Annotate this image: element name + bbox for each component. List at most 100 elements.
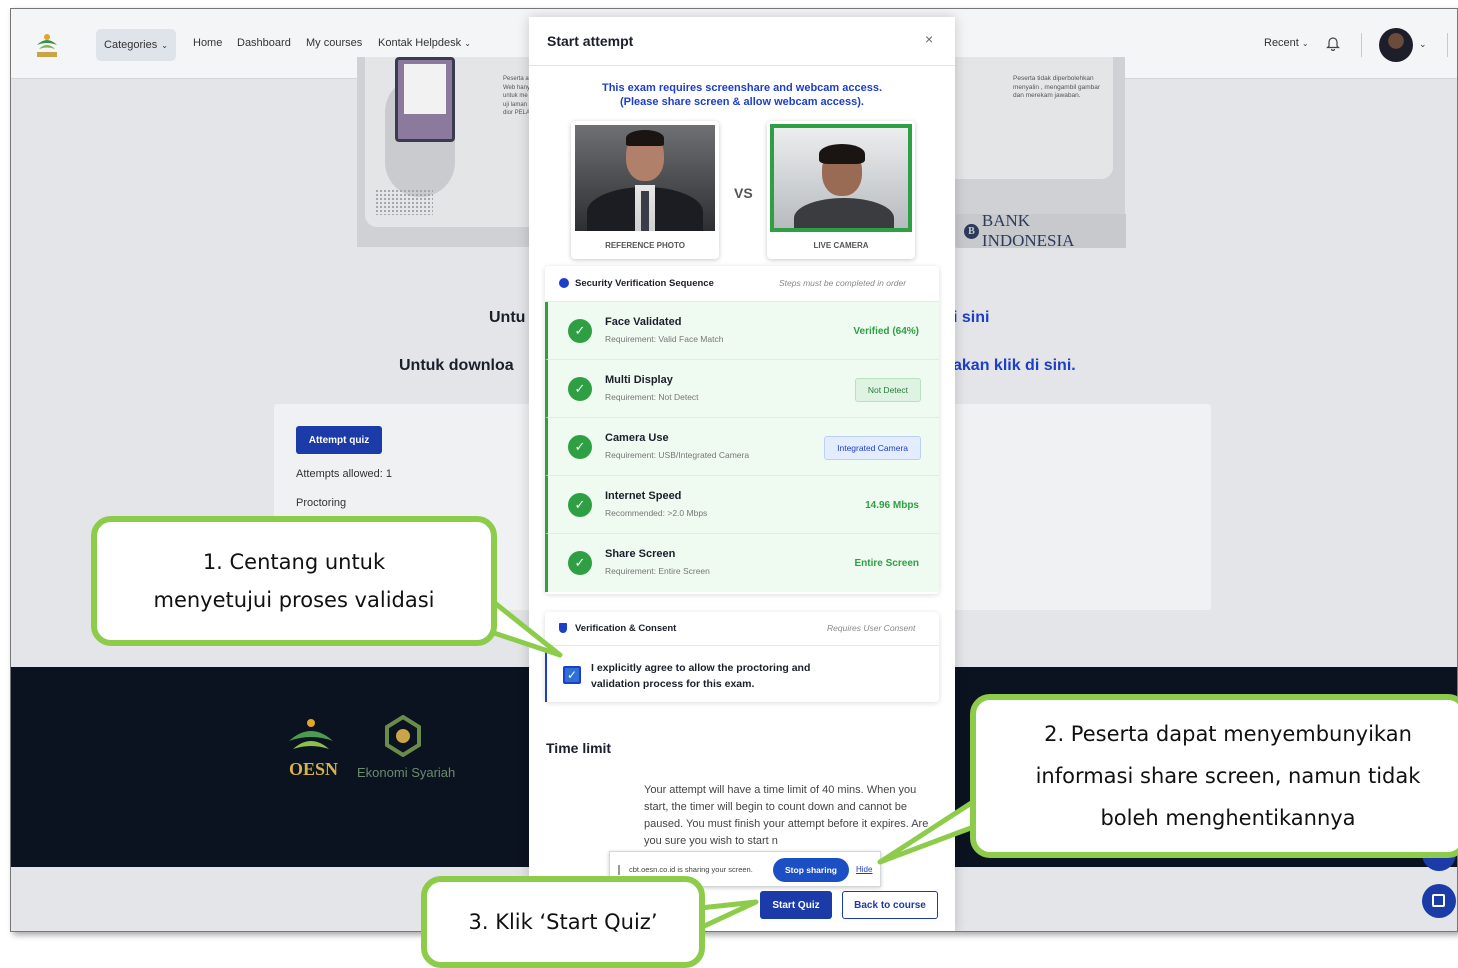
attempts-allowed-text: Attempts allowed: 1 (296, 468, 392, 480)
nav-link-home[interactable]: Home (193, 37, 222, 49)
ref-hair (626, 130, 664, 146)
modal-title: Start attempt (547, 33, 634, 49)
attempt-quiz-button[interactable]: Attempt quiz (296, 426, 382, 454)
drag-handle-icon[interactable] (618, 865, 620, 875)
step-face-validated: ✓ Face Validated Requirement: Valid Face… (545, 302, 939, 360)
callout-start-quiz: 3. Klik ‘Start Quiz’ (421, 876, 705, 968)
step-title: Multi Display (605, 374, 673, 386)
nav-divider (1361, 33, 1362, 57)
bg-heading-1: Untu (489, 309, 526, 326)
step-title: Internet Speed (605, 490, 682, 502)
start-attempt-modal: Start attempt × This exam requires scree… (529, 17, 955, 931)
bank-mark-icon: B (964, 223, 979, 239)
step-title: Share Screen (605, 548, 676, 560)
step-title: Face Validated (605, 316, 682, 328)
callout-line: menyetujui proses validasi (153, 588, 435, 612)
live-camera-caption: LIVE CAMERA (813, 241, 869, 250)
nav-link-dashboard[interactable]: Dashboard (237, 37, 291, 49)
time-limit-heading: Time limit (546, 740, 612, 756)
callout-line: 2. Peserta dapat menyembunyikan (1044, 722, 1412, 746)
step-requirement: Recommended: >2.0 Mbps (605, 508, 708, 518)
close-icon[interactable]: × (925, 31, 933, 47)
step-share-screen: ✓ Share Screen Requirement: Entire Scree… (545, 534, 939, 592)
consent-checkbox[interactable]: ✓ (563, 666, 581, 684)
security-note: Steps must be completed in order (779, 278, 907, 288)
monitor-screen (404, 64, 446, 114)
categories-dropdown[interactable]: Categories ⌄ (96, 29, 176, 61)
check-icon: ✓ (568, 493, 592, 517)
stop-sharing-button[interactable]: Stop sharing (773, 858, 849, 882)
proctoring-label: Proctoring (296, 497, 347, 509)
step-status: 14.96 Mbps (865, 500, 919, 511)
callout-line: 1. Centang untuk (202, 550, 386, 574)
ref-tie (641, 191, 649, 231)
oesn-logo-icon[interactable] (33, 31, 61, 61)
check-icon: ✓ (568, 551, 592, 575)
shield-icon (559, 623, 567, 633)
promo-right-text: Peserta tidak diperbolehkan menyalin , m… (1013, 75, 1101, 99)
security-title: Security Verification Sequence (575, 278, 714, 289)
step-status: Verified (64%) (853, 326, 919, 337)
callout-line: 3. Klik ‘Start Quiz’ (468, 910, 658, 934)
bg-heading-2: Untuk downloa (399, 357, 514, 374)
chevron-down-icon: ⌄ (464, 39, 471, 48)
bg-link-2[interactable]: akan klik di sini. (953, 357, 1076, 375)
consent-body: ✓ I explicitly agree to allow the procto… (545, 646, 939, 702)
time-limit-text: Your attempt will have a time limit of 4… (644, 784, 929, 847)
security-verification-card: Security Verification Sequence Steps mus… (545, 266, 939, 594)
footer-ekonomi-syariah-text: Ekonomi Syariah (357, 765, 456, 780)
live-body (794, 198, 894, 228)
helpdesk-label: Kontak Helpdesk (378, 37, 462, 49)
bank-name: BANK INDONESIA (981, 211, 1075, 250)
categories-label: Categories (104, 39, 158, 51)
verification-consent-card: Verification & Consent Requires User Con… (545, 612, 939, 702)
nav-link-helpdesk[interactable]: Kontak Helpdesk ⌄ (378, 37, 471, 49)
reference-photo-caption: REFERENCE PHOTO (605, 241, 685, 250)
callout-share-text: 2. Peserta dapat menyembunyikan informas… (1036, 713, 1421, 839)
vs-label: VS (734, 185, 753, 201)
modal-header: Start attempt × (529, 17, 955, 66)
live-camera-card: LIVE CAMERA (767, 121, 915, 259)
chevron-down-icon[interactable]: ⌄ (1419, 39, 1427, 50)
exam-requirement-line-2: (Please share screen & allow webcam acce… (620, 96, 864, 108)
user-avatar[interactable] (1379, 28, 1413, 62)
consent-title: Verification & Consent (575, 623, 677, 634)
start-quiz-button[interactable]: Start Quiz (760, 891, 832, 919)
nav-divider (1447, 33, 1448, 57)
expand-fab-button[interactable] (1422, 884, 1456, 918)
step-status-badge: Integrated Camera (824, 436, 921, 460)
callout-consent: 1. Centang untuk menyetujui proses valid… (91, 516, 497, 646)
check-circle-icon (559, 278, 569, 288)
callout-consent-text: 1. Centang untuk menyetujui proses valid… (154, 543, 435, 619)
step-requirement: Requirement: Not Detect (605, 392, 699, 402)
consent-note: Requires User Consent (827, 623, 916, 633)
live-hair (819, 144, 865, 164)
consent-header: Verification & Consent Requires User Con… (545, 612, 939, 646)
share-status-text: cbt.oesn.co.id is sharing your screen. (629, 865, 753, 874)
ekonomi-syariah-logo-icon (385, 715, 421, 757)
step-camera-use: ✓ Camera Use Requirement: USB/Integrated… (545, 418, 939, 476)
step-title: Camera Use (605, 432, 669, 444)
expand-icon (1432, 894, 1445, 907)
check-icon: ✓ (568, 435, 592, 459)
bg-link-1[interactable]: i sini (953, 309, 989, 327)
live-camera-feed (770, 124, 912, 232)
security-header: Security Verification Sequence Steps mus… (545, 266, 939, 302)
callout-line: informasi share screen, namun tidak (1035, 764, 1421, 788)
nav-link-my-courses[interactable]: My courses (306, 37, 362, 49)
recent-dropdown[interactable]: Recent ⌄ (1264, 37, 1309, 49)
back-to-course-button[interactable]: Back to course (842, 891, 938, 919)
chevron-down-icon: ⌄ (1301, 39, 1309, 48)
step-internet-speed: ✓ Internet Speed Recommended: >2.0 Mbps … (545, 476, 939, 534)
hide-link[interactable]: Hide (856, 865, 872, 874)
chevron-down-icon: ⌄ (161, 40, 168, 50)
consent-text: I explicitly agree to allow the proctori… (591, 662, 811, 690)
callout-line: boleh menghentikannya (1100, 806, 1356, 830)
step-requirement: Requirement: Entire Screen (605, 566, 710, 576)
dot-pattern (375, 189, 433, 215)
bell-icon[interactable] (1326, 35, 1340, 51)
footer-oesn-text: OESN (289, 759, 339, 779)
recent-label: Recent (1264, 37, 1299, 49)
exam-requirement-line-1: This exam requires screenshare and webca… (601, 82, 883, 94)
callout-share-screen: 2. Peserta dapat menyembunyikan informas… (970, 694, 1458, 858)
